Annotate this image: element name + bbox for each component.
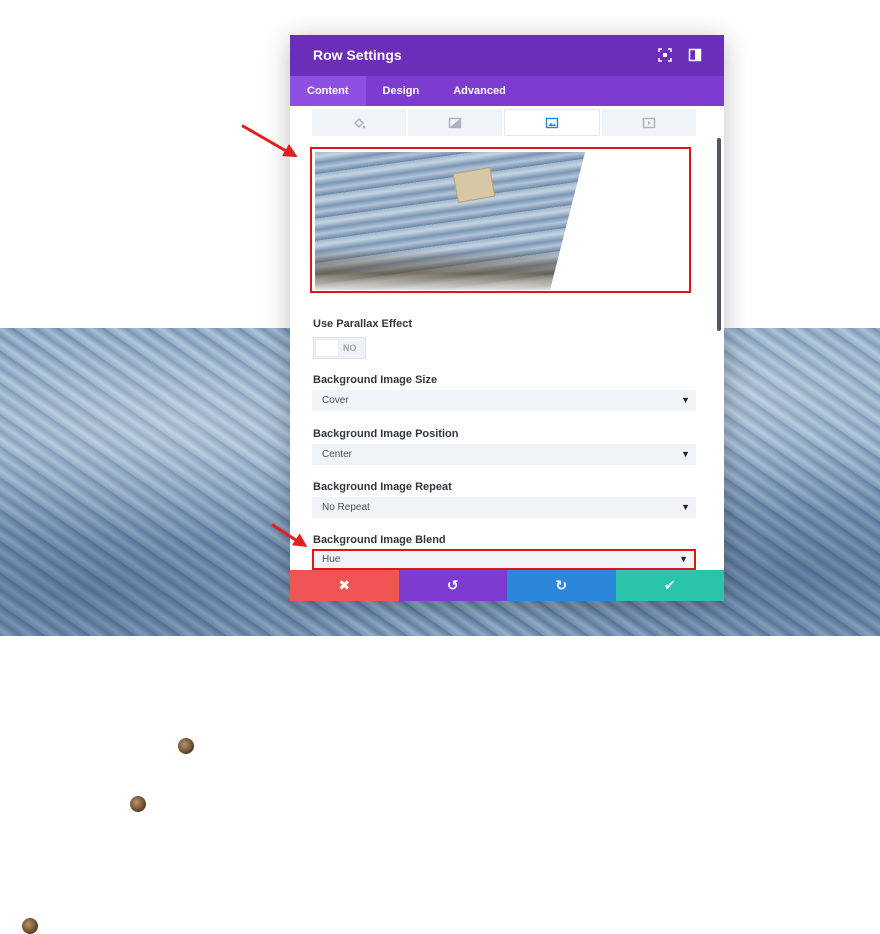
- parallax-toggle[interactable]: NO: [313, 337, 366, 359]
- close-icon: ✖: [338, 577, 351, 593]
- row-settings-modal: Row Settings Content Design Advanced Use…: [290, 35, 724, 601]
- parallax-label: Use Parallax Effect: [313, 318, 413, 330]
- subtab-image[interactable]: [504, 109, 600, 136]
- annotation-arrow: [241, 124, 295, 157]
- undo-icon: ↺: [446, 577, 459, 593]
- tab-design[interactable]: Design: [366, 76, 437, 106]
- tab-content[interactable]: Content: [290, 76, 366, 106]
- video-icon: [642, 117, 656, 128]
- content-panel: Use Parallax Effect NO Background Image …: [290, 106, 724, 570]
- image-blend-select[interactable]: Hue ▼: [312, 549, 696, 570]
- save-button[interactable]: ✔: [615, 570, 724, 601]
- image-size-label: Background Image Size: [313, 374, 438, 386]
- redo-button[interactable]: ↻: [507, 570, 616, 601]
- settings-tabs: Content Design Advanced: [290, 76, 724, 106]
- image-position-select[interactable]: Center ▼: [312, 444, 696, 465]
- image-repeat-label: Background Image Repeat: [313, 481, 452, 493]
- rivet-decoration: [130, 796, 146, 812]
- jeans-label-patch: [452, 166, 496, 204]
- rivet-decoration: [178, 738, 194, 754]
- image-blend-value: Hue: [322, 554, 341, 565]
- chevron-down-icon: ▼: [681, 502, 690, 512]
- cancel-button[interactable]: ✖: [290, 570, 399, 601]
- chevron-down-icon: ▼: [681, 395, 690, 405]
- tab-advanced[interactable]: Advanced: [436, 76, 523, 106]
- modal-title: Row Settings: [313, 47, 402, 63]
- scrollbar[interactable]: [717, 138, 721, 331]
- image-size-value: Cover: [322, 395, 349, 406]
- gradient-icon: [448, 117, 462, 128]
- fullscreen-icon[interactable]: [658, 48, 672, 62]
- undo-button[interactable]: ↺: [398, 570, 507, 601]
- sidebar-toggle-icon[interactable]: [688, 48, 702, 62]
- image-icon: [545, 117, 559, 128]
- modal-header: Row Settings: [290, 35, 724, 76]
- rivet-decoration: [22, 918, 38, 934]
- image-repeat-select[interactable]: No Repeat ▼: [312, 497, 696, 518]
- color-fill-icon: [354, 117, 366, 128]
- chevron-down-icon: ▼: [681, 449, 690, 459]
- image-size-select[interactable]: Cover ▼: [312, 390, 696, 411]
- background-image-upload-highlight[interactable]: [310, 147, 691, 293]
- image-repeat-value: No Repeat: [322, 502, 370, 513]
- redo-icon: ↻: [555, 577, 568, 593]
- toggle-knob: [316, 340, 338, 356]
- image-blend-label: Background Image Blend: [313, 534, 446, 546]
- image-position-value: Center: [322, 449, 353, 460]
- background-type-tabs: [312, 109, 696, 136]
- image-position-label: Background Image Position: [313, 428, 459, 440]
- chevron-down-icon: ▼: [679, 554, 688, 564]
- toggle-state-text: NO: [343, 343, 357, 353]
- checkmark-icon: ✔: [663, 577, 676, 593]
- background-image-preview[interactable]: [315, 152, 585, 290]
- modal-footer: ✖ ↺ ↻ ✔: [290, 570, 724, 601]
- subtab-gradient[interactable]: [408, 109, 502, 136]
- subtab-video[interactable]: [602, 109, 696, 136]
- subtab-color[interactable]: [312, 109, 406, 136]
